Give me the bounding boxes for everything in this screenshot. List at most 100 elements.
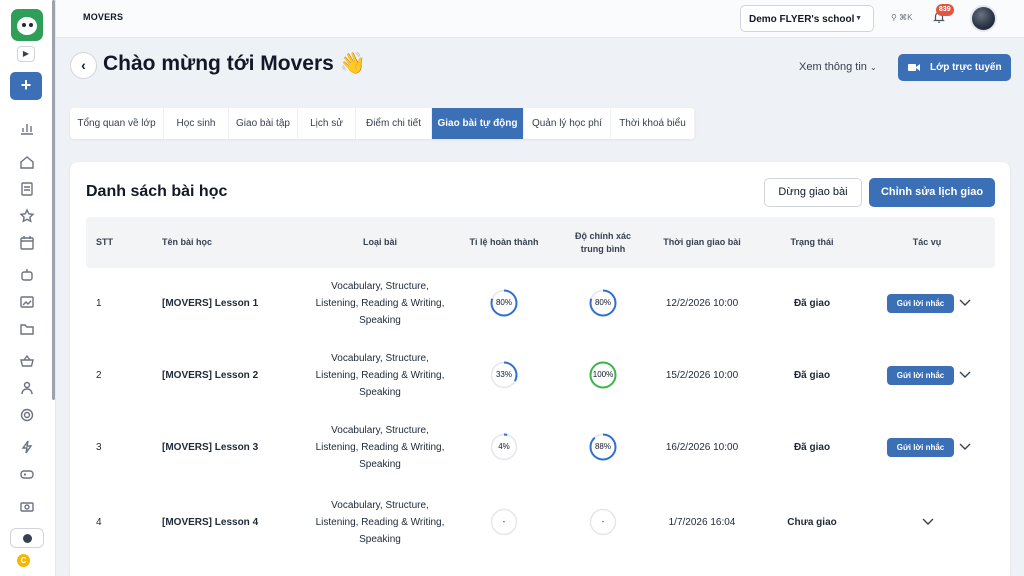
- collapse-sidebar-button[interactable]: ▶: [17, 46, 35, 62]
- tab-7[interactable]: Thời khoá biểu: [611, 108, 695, 139]
- accuracy-ring: 80%: [589, 289, 617, 317]
- robot-icon[interactable]: [19, 267, 35, 283]
- accuracy-cell: 80%: [568, 267, 638, 339]
- lesson-name: [MOVERS] Lesson 2: [162, 369, 259, 381]
- column-header-2: Loại bài: [362, 237, 397, 247]
- add-button[interactable]: +: [10, 72, 42, 100]
- chevron-down-icon[interactable]: [959, 443, 971, 451]
- status-text: Đã giao: [793, 441, 831, 453]
- status-text: Đã giao: [793, 297, 831, 309]
- assign-time: 12/2/2026 10:00: [665, 297, 739, 309]
- users-icon[interactable]: [19, 380, 35, 396]
- completion-ring-label: 4%: [498, 442, 510, 451]
- column-header-3: Tỉ lệ hoàn thành: [469, 237, 539, 247]
- completion-ring: -: [490, 508, 518, 536]
- accuracy-ring-label: -: [601, 517, 605, 526]
- lesson-name: [MOVERS] Lesson 3: [162, 441, 259, 453]
- search-button[interactable]: ⚲ ⌘K: [888, 8, 928, 28]
- completion-cell: 80%: [454, 267, 554, 339]
- tab-3[interactable]: Lịch sử: [298, 108, 356, 139]
- sidebar-scrollbar[interactable]: [52, 0, 55, 400]
- completion-ring-label: -: [502, 517, 506, 526]
- lesson-type: Vocabulary, Structure, Listening, Readin…: [315, 280, 445, 326]
- camera-icon[interactable]: [19, 498, 35, 514]
- accuracy-ring: 88%: [589, 433, 617, 461]
- chart-icon[interactable]: [19, 120, 35, 136]
- online-class-button[interactable]: Lớp trực tuyến: [898, 54, 1011, 81]
- status-text: Đã giao: [793, 369, 831, 381]
- coin-icon: C: [17, 554, 30, 567]
- completion-ring-label: 80%: [495, 298, 512, 307]
- accuracy-cell: 100%: [568, 339, 638, 411]
- chevron-down-icon[interactable]: [959, 299, 971, 307]
- lesson-type: Vocabulary, Structure, Listening, Readin…: [315, 499, 445, 545]
- column-header-1: Tên bài học: [162, 237, 213, 247]
- lesson-name: [MOVERS] Lesson 4: [162, 516, 259, 528]
- send-reminder-button[interactable]: Gửi lời nhắc: [887, 366, 954, 385]
- page-title: Chào mừng tới Movers 👋: [103, 52, 366, 75]
- lesson-list-title: Danh sách bài học: [86, 183, 228, 200]
- tab-6[interactable]: Quản lý học phí: [524, 108, 611, 139]
- accuracy-ring: 100%: [589, 361, 617, 389]
- table-row: 1 [MOVERS] Lesson 1 Vocabulary, Structure,…: [86, 267, 995, 339]
- lesson-name: [MOVERS] Lesson 1: [162, 297, 259, 309]
- completion-ring-label: 33%: [495, 370, 512, 379]
- chevron-down-icon[interactable]: [959, 371, 971, 379]
- send-reminder-button[interactable]: Gửi lời nhắc: [887, 438, 954, 457]
- folder-icon[interactable]: [19, 321, 35, 337]
- edit-schedule-button[interactable]: Chỉnh sửa lịch giao: [869, 178, 995, 207]
- star-icon[interactable]: [19, 208, 35, 224]
- tab-0[interactable]: Tổng quan về lớp: [70, 108, 164, 139]
- basket-icon[interactable]: [19, 353, 35, 369]
- gamepad-icon[interactable]: [19, 466, 35, 482]
- sidebar: ▶ + C: [0, 0, 56, 576]
- image-icon[interactable]: [19, 294, 35, 310]
- theme-toggle[interactable]: [10, 528, 44, 548]
- tab-5[interactable]: Giao bài tự động: [432, 108, 524, 139]
- search-shortcut: ⌘K: [899, 13, 913, 22]
- settings-icon[interactable]: [19, 407, 35, 423]
- calendar-icon[interactable]: [19, 235, 35, 251]
- assign-time: 1/7/2026 16:04: [668, 516, 736, 528]
- lesson-type: Vocabulary, Structure, Listening, Readin…: [315, 352, 445, 398]
- row-index: 1: [96, 297, 102, 309]
- tab-1[interactable]: Học sinh: [164, 108, 229, 139]
- tab-4[interactable]: Điểm chi tiết: [356, 108, 432, 139]
- back-button[interactable]: ‹: [70, 52, 97, 79]
- view-info-dropdown[interactable]: Xem thông tin ⌄: [799, 61, 877, 73]
- caret-down-icon: ▼: [855, 15, 862, 22]
- top-bar: MOVERS Demo FLYER's school ▼ ⚲ ⌘K 839: [56, 0, 1024, 38]
- accuracy-ring-label: 100%: [592, 370, 614, 379]
- tab-bar: Tổng quan về lớp Học sinh Giao bài tập Lịch…: [70, 108, 695, 139]
- completion-ring: 4%: [490, 433, 518, 461]
- stop-assign-button[interactable]: Dừng giao bài: [764, 178, 862, 207]
- avatar[interactable]: [970, 5, 997, 32]
- accuracy-ring-label: 88%: [594, 442, 611, 451]
- status-text: Chưa giao: [787, 516, 837, 528]
- send-reminder-button[interactable]: Gửi lời nhắc: [887, 294, 954, 313]
- column-header-4: Độ chính xác trung bình: [574, 230, 631, 254]
- chevron-down-icon[interactable]: [922, 518, 934, 526]
- table-row: 4 [MOVERS] Lesson 4 Vocabulary, Structure,…: [86, 486, 995, 558]
- accuracy-cell: -: [568, 486, 638, 558]
- accuracy-ring-label: 80%: [594, 298, 611, 307]
- lightning-icon[interactable]: [19, 439, 35, 455]
- column-header-7: Tác vụ: [912, 237, 942, 247]
- column-header-6: Trạng thái: [790, 237, 834, 247]
- app-logo[interactable]: [11, 9, 43, 41]
- completion-ring: 80%: [490, 289, 518, 317]
- chevron-down-icon: ⌄: [869, 63, 877, 72]
- column-header-0: STT: [96, 237, 113, 247]
- document-icon[interactable]: [19, 181, 35, 197]
- school-select[interactable]: Demo FLYER's school ▼: [740, 5, 874, 32]
- tab-2[interactable]: Giao bài tập: [229, 108, 298, 139]
- home-icon[interactable]: [19, 154, 35, 170]
- accuracy-cell: 88%: [568, 411, 638, 483]
- row-index: 2: [96, 369, 102, 381]
- completion-ring: 33%: [490, 361, 518, 389]
- row-index: 4: [96, 516, 102, 528]
- table-row: 2 [MOVERS] Lesson 2 Vocabulary, Structure,…: [86, 339, 995, 411]
- search-icon: ⚲: [891, 13, 897, 22]
- app-name: MOVERS: [83, 12, 124, 22]
- completion-cell: -: [454, 486, 554, 558]
